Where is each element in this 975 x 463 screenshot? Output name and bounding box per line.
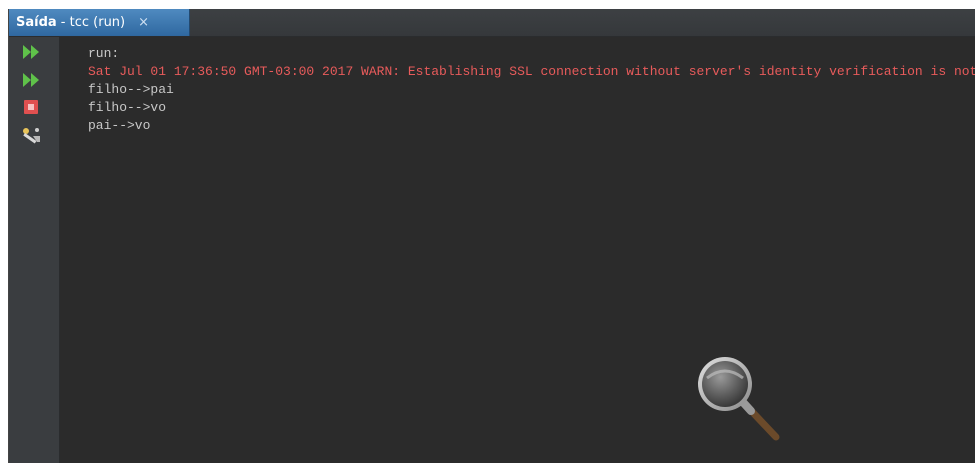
rerun-icon[interactable] — [21, 43, 43, 61]
console-output[interactable]: run: Sat Jul 01 17:36:50 GMT-03:00 2017 … — [60, 37, 975, 463]
tab-bar: Saída - tcc (run) × — [9, 9, 975, 37]
stop-icon[interactable] — [21, 98, 43, 116]
close-icon[interactable]: × — [138, 15, 149, 30]
tab-title-prefix: Saída — [16, 15, 57, 30]
magnifier-icon[interactable] — [693, 352, 783, 442]
console-line-warning: Sat Jul 01 17:36:50 GMT-03:00 2017 WARN:… — [88, 64, 975, 79]
settings-wrench-icon[interactable] — [21, 126, 43, 144]
console-line-run: run: — [88, 46, 120, 61]
rerun-with-options-icon[interactable] — [21, 71, 43, 89]
output-window: Saída - tcc (run) × run: Sat Jul 01 17:3… — [8, 9, 975, 463]
console-line-filho-vo: filho-->vo — [88, 100, 167, 115]
tab-title: Saída - tcc (run) — [16, 15, 125, 30]
tab-output-tcc-run[interactable]: Saída - tcc (run) × — [9, 9, 190, 36]
console-line-pai-vo: pai-->vo — [88, 118, 151, 133]
output-toolbar — [9, 37, 60, 463]
tab-title-rest: - tcc (run) — [56, 15, 126, 30]
console-line-filho-pai: filho-->pai — [88, 82, 174, 97]
